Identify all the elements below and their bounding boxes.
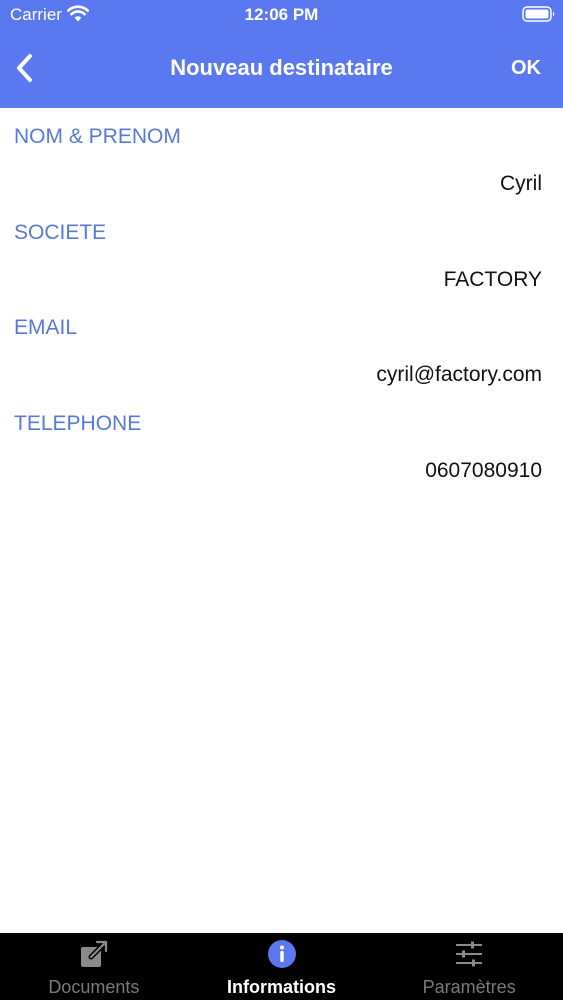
ok-button[interactable]: OK xyxy=(511,54,541,82)
status-time: 12:06 PM xyxy=(244,5,319,24)
tab-label: Informations xyxy=(227,977,337,997)
status-bar: Carrier 12:06 PM xyxy=(0,0,563,30)
field-label: SOCIETE xyxy=(14,220,107,244)
battery-icon xyxy=(522,6,555,22)
page-title: Nouveau destinataire xyxy=(170,55,393,80)
tab-parametres[interactable]: Paramètres xyxy=(375,933,563,1000)
info-icon xyxy=(267,940,296,968)
field-email[interactable]: EMAIL cyril@factory.com xyxy=(0,299,563,395)
share-icon xyxy=(80,940,108,967)
recipient-form: NOM & PRENOM Cyril SOCIETE FACTORY EMAIL… xyxy=(0,108,563,490)
phone-input[interactable]: 0607080910 xyxy=(425,458,542,484)
field-label: EMAIL xyxy=(14,316,78,339)
navigation-header: Carrier 12:06 PM Nouveau destinataire OK xyxy=(0,0,563,108)
tab-informations[interactable]: Informations xyxy=(188,933,376,1000)
company-input[interactable]: FACTORY xyxy=(444,267,542,293)
field-phone[interactable]: TELEPHONE 0607080910 xyxy=(0,395,563,491)
email-input[interactable]: cyril@factory.com xyxy=(376,362,542,388)
field-label: NOM & PRENOM xyxy=(14,125,181,148)
field-company[interactable]: SOCIETE FACTORY xyxy=(0,204,563,300)
field-label: TELEPHONE xyxy=(14,411,142,435)
tab-label: Paramètres xyxy=(422,977,516,997)
name-input[interactable]: Cyril xyxy=(500,171,542,197)
tab-documents[interactable]: Documents xyxy=(0,933,188,1000)
field-name[interactable]: NOM & PRENOM Cyril xyxy=(0,108,563,204)
sliders-icon xyxy=(456,941,483,967)
tab-bar: Documents Informations Paramètres xyxy=(0,933,563,1000)
tab-label: Documents xyxy=(48,977,140,997)
